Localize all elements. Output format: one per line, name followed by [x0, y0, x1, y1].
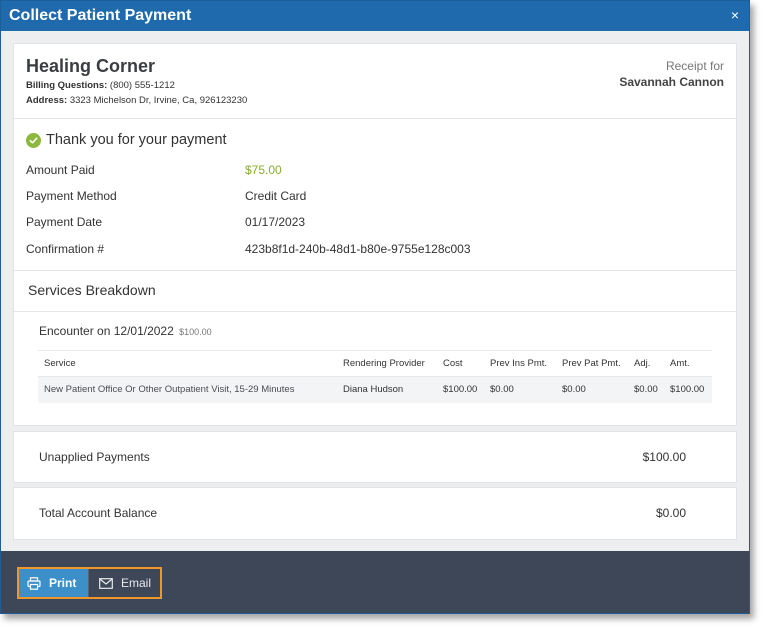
prev-ins-pmt: $0.00 [484, 376, 556, 403]
unapplied-payments-label: Unapplied Payments [39, 450, 150, 464]
dialog-titlebar: Collect Patient Payment × [1, 1, 749, 31]
encounter-heading: Encounter on 12/01/2022 $100.00 [39, 324, 212, 338]
print-button[interactable]: Print [19, 569, 88, 597]
address-label: Address: [26, 95, 68, 106]
service-name: New Patient Office Or Other Outpatient V… [38, 376, 337, 403]
col-adj: Adj. [628, 350, 664, 377]
unapplied-payments-card: Unapplied Payments $100.00 [13, 431, 737, 483]
payment-method-label: Payment Method [26, 189, 117, 203]
confirmation-label: Confirmation # [26, 242, 105, 256]
practice-name: Healing Corner [26, 56, 156, 76]
services-header-row: Service Rendering Provider Cost Prev Ins… [38, 350, 712, 377]
email-button[interactable]: Email [88, 569, 160, 597]
dialog-title: Collect Patient Payment [9, 7, 192, 24]
payment-details: Thank you for your payment Amount Paid $… [14, 119, 736, 271]
total-balance-card: Total Account Balance $0.00 [13, 487, 737, 540]
total-balance-label: Total Account Balance [39, 506, 158, 520]
receipt-patient-name: Savannah Cannon [619, 75, 724, 89]
rendering-provider: Diana Hudson [337, 376, 437, 403]
thanks-text: Thank you for your payment [46, 132, 227, 148]
encounter-label: Encounter on 12/01/2022 [39, 324, 174, 338]
email-label: Email [121, 576, 152, 590]
envelope-icon [99, 576, 113, 590]
col-rendering-provider: Rendering Provider [337, 350, 437, 377]
service-cost: $100.00 [437, 376, 484, 403]
address-value: 3323 Michelson Dr, Irvine, Ca, 926123230 [69, 95, 248, 106]
receipt-header: Healing Corner Billing Questions: (800) … [14, 44, 736, 119]
amount-paid-value: $75.00 [245, 163, 282, 177]
adjustment: $0.00 [628, 376, 664, 403]
encounter-amount: $100.00 [179, 327, 212, 337]
col-cost: Cost [437, 350, 484, 377]
amount-paid-label: Amount Paid [26, 163, 95, 177]
print-label: Print [49, 576, 77, 590]
confirmation-value: 423b8f1d-240b-48d1-b80e-9755e128c003 [245, 242, 471, 256]
receipt-card: Healing Corner Billing Questions: (800) … [13, 43, 737, 426]
payment-confirmation: Thank you for your payment [26, 132, 227, 148]
amount: $100.00 [664, 376, 712, 403]
collect-payment-dialog: Collect Patient Payment × Healing Corner… [0, 0, 750, 614]
billing-phone: (800) 555-1212 [109, 80, 175, 91]
billing-questions: Billing Questions: (800) 555-1212 [26, 80, 175, 91]
billing-label: Billing Questions: [26, 80, 108, 91]
col-service: Service [38, 350, 337, 377]
col-amt: Amt. [664, 350, 712, 377]
practice-address: Address: 3323 Michelson Dr, Irvine, Ca, … [26, 95, 247, 106]
action-button-group: Print Email [17, 567, 162, 599]
check-circle-icon [26, 132, 41, 148]
services-breakdown-title: Services Breakdown [28, 282, 156, 298]
payment-method-value: Credit Card [245, 189, 307, 203]
payment-date-value: 01/17/2023 [245, 215, 306, 229]
unapplied-payments-value: $100.00 [642, 450, 686, 464]
total-balance-value: $0.00 [655, 506, 686, 520]
close-icon[interactable]: × [729, 8, 741, 22]
payment-date-label: Payment Date [26, 215, 103, 229]
col-prev-ins-pmt: Prev Ins Pmt. [484, 350, 556, 377]
printer-icon [27, 576, 41, 590]
dialog-footer: Print Email [1, 551, 749, 613]
services-divider [14, 311, 736, 312]
prev-pat-pmt: $0.00 [556, 376, 628, 403]
table-row: New Patient Office Or Other Outpatient V… [38, 376, 712, 403]
col-prev-pat-pmt: Prev Pat Pmt. [556, 350, 628, 377]
receipt-for-label: Receipt for [665, 59, 724, 73]
services-table: Service Rendering Provider Cost Prev Ins… [38, 350, 712, 403]
